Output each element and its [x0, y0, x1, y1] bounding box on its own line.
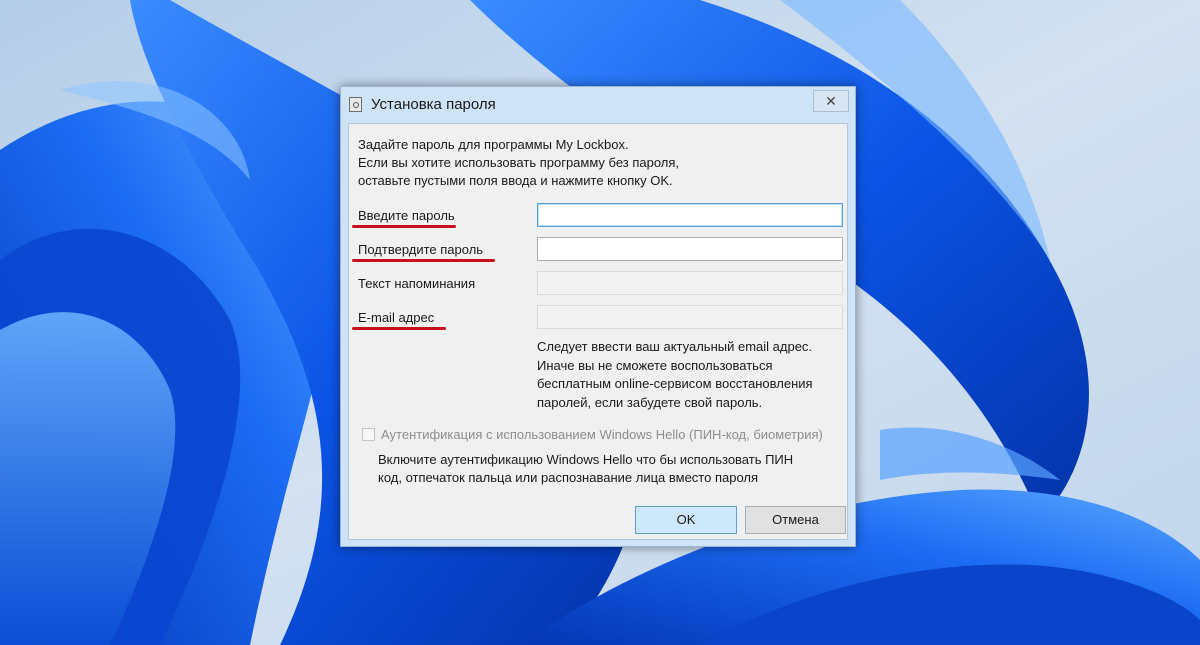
close-icon: ✕ — [825, 93, 837, 109]
email-hint-line: Следует ввести ваш актуальный email адре… — [537, 339, 813, 354]
annotation-underline — [352, 225, 456, 228]
intro-line: Если вы хотите использовать программу бе… — [358, 155, 680, 170]
email-hint-text: Следует ввести ваш актуальный email адре… — [537, 338, 813, 412]
intro-line: оставьте пустыми поля ввода и нажмите кн… — [358, 173, 673, 188]
annotation-underline — [352, 327, 446, 330]
windows-hello-description-line: код, отпечаток пальца или распознавание … — [378, 470, 759, 485]
dialog-title: Установка пароля — [371, 96, 496, 113]
password-hint-input[interactable] — [537, 271, 843, 295]
email-hint-line: Иначе вы не сможете воспользоваться — [537, 357, 773, 373]
windows-hello-checkbox-label[interactable]: Аутентификация с использованием Windows … — [381, 427, 823, 442]
password-label: Введите пароль — [358, 208, 455, 223]
email-input[interactable] — [537, 305, 843, 329]
password-setup-dialog: Установка пароля ✕ Задайте пароль для пр… — [340, 86, 856, 547]
password-input[interactable] — [537, 203, 843, 227]
intro-line: Задайте пароль для программы My Lockbox. — [358, 137, 629, 152]
windows-hello-description: Включите аутентификацию Windows Hello чт… — [378, 451, 793, 487]
email-label: E-mail адрес — [358, 310, 435, 325]
lockbox-app-icon — [349, 97, 362, 112]
intro-text: Задайте пароль для программы My Lockbox.… — [358, 136, 679, 190]
windows-hello-checkbox[interactable] — [362, 428, 375, 441]
confirm-password-input[interactable] — [537, 237, 843, 261]
confirm-password-label: Подтвердите пароль — [358, 242, 484, 257]
password-hint-label: Текст напоминания — [358, 276, 476, 291]
email-hint-line: паролей, если забудете свой пароль. — [537, 394, 763, 410]
title-bar[interactable]: Установка пароля ✕ — [341, 87, 855, 123]
dialog-body: Задайте пароль для программы My Lockbox.… — [348, 123, 848, 540]
ok-button[interactable]: OK — [635, 506, 737, 534]
email-hint-line: бесплатным online-сервисом восстановлени… — [537, 376, 813, 391]
close-button[interactable]: ✕ — [813, 90, 849, 112]
annotation-underline — [352, 259, 495, 262]
cancel-button[interactable]: Отмена — [745, 506, 846, 534]
windows-hello-description-line: Включите аутентификацию Windows Hello чт… — [378, 452, 794, 467]
